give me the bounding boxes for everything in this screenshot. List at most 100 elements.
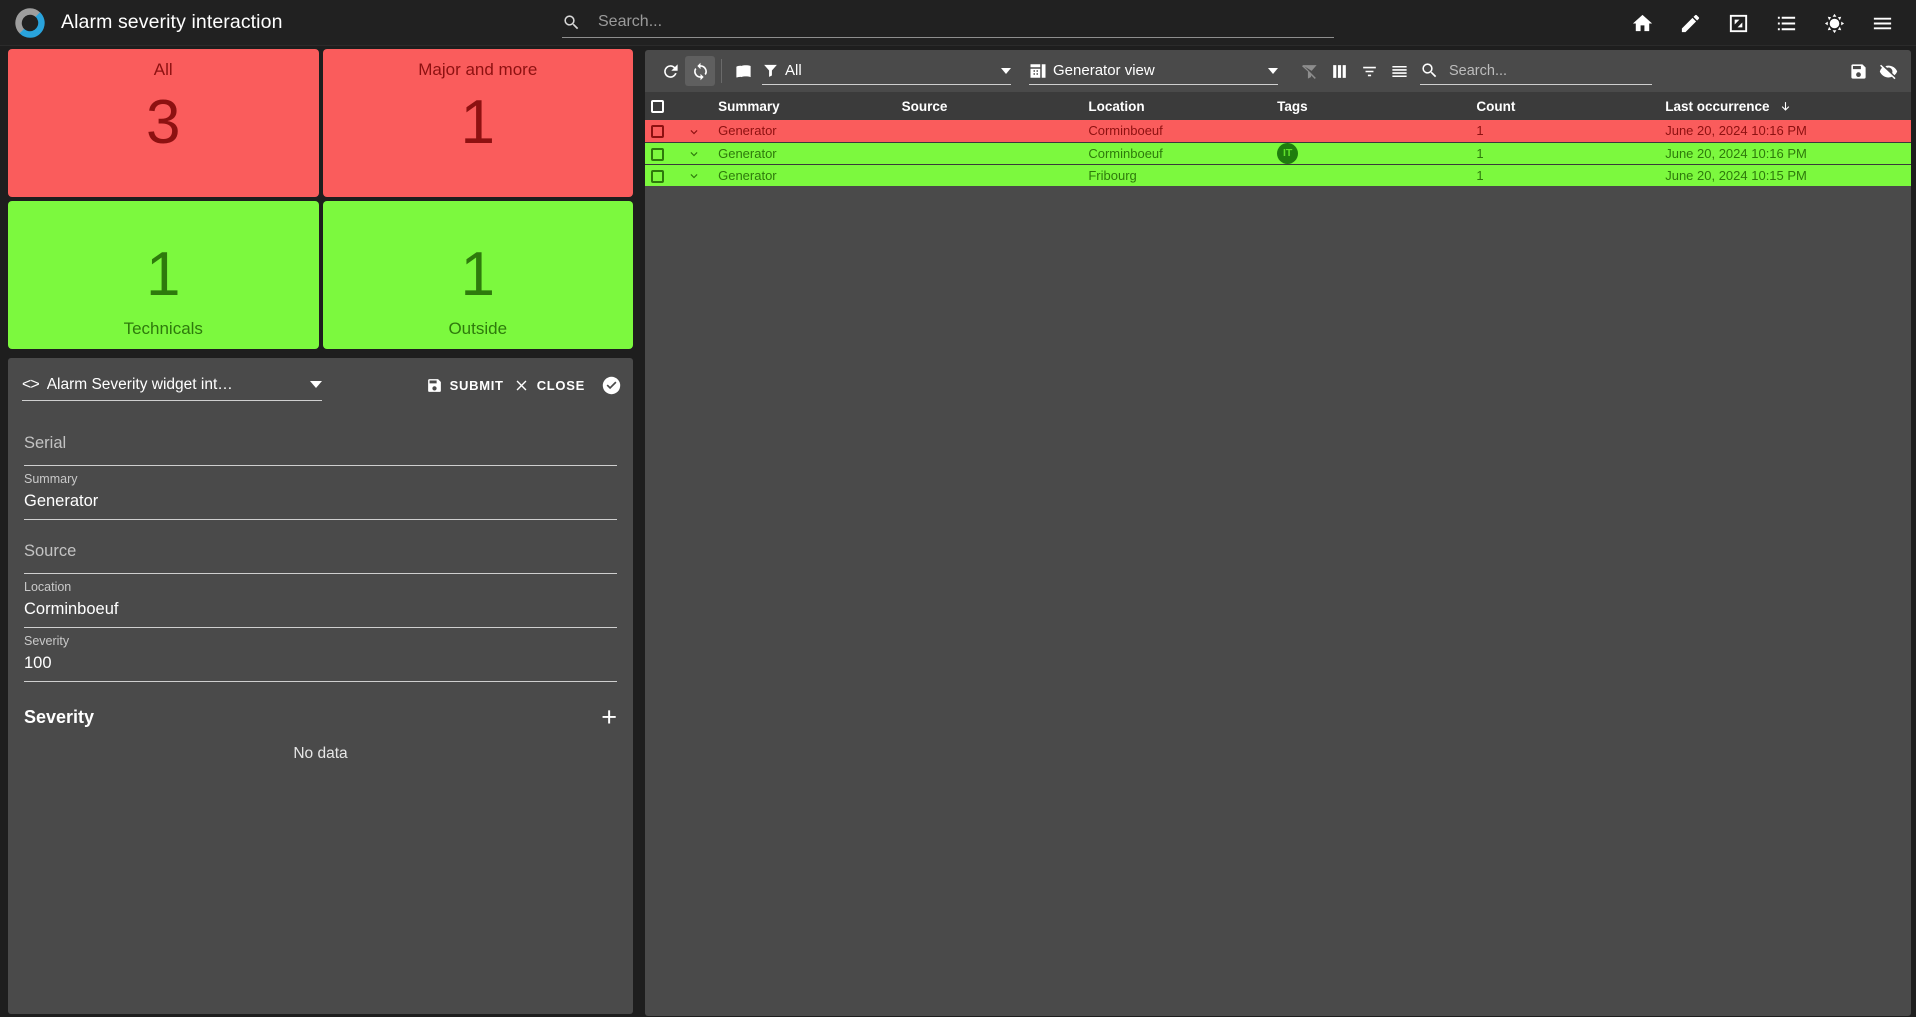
form-selector-dropdown[interactable]: <> Alarm Severity widget int… xyxy=(22,369,322,401)
filter-icon xyxy=(764,64,777,77)
kpi-tiles: All 3 Major and more 1 1 Technicals 1 Ou… xyxy=(8,49,633,349)
kpi-tile-outside[interactable]: 1 Outside xyxy=(322,201,633,349)
plus-icon[interactable]: + xyxy=(601,704,617,731)
fullscreen-icon[interactable] xyxy=(1714,0,1762,46)
cell-source xyxy=(896,142,1083,164)
left-column: All 3 Major and more 1 1 Technicals 1 Ou… xyxy=(0,46,641,1017)
column-header-summary[interactable]: Summary xyxy=(712,92,896,120)
kpi-tile-value: 1 xyxy=(146,240,181,309)
field-label: Summary xyxy=(24,472,78,486)
home-icon[interactable] xyxy=(1618,0,1666,46)
kpi-tile-all[interactable]: All 3 xyxy=(8,49,319,197)
alarms-search[interactable]: Search... xyxy=(1420,57,1652,85)
code-brackets-icon: <> xyxy=(22,375,40,393)
pencil-icon[interactable] xyxy=(1666,0,1714,46)
kpi-tile-value: 1 xyxy=(460,240,495,309)
submit-button[interactable]: SUBMIT xyxy=(426,377,504,394)
field-label: Severity xyxy=(24,634,70,648)
field-source[interactable]: Source xyxy=(24,520,617,574)
cell-last-occurrence: June 20, 2024 10:16 PM xyxy=(1665,145,1807,161)
chevron-down-icon xyxy=(1268,67,1278,74)
cell-location: Corminboeuf xyxy=(1088,145,1163,161)
cell-count: 1 xyxy=(1476,167,1484,183)
field-location[interactable]: Location Corminboeuf xyxy=(24,574,617,628)
filter-list-icon[interactable] xyxy=(1354,56,1384,86)
row-select-cell xyxy=(645,164,681,186)
save-icon[interactable] xyxy=(1843,56,1873,86)
kpi-tile-label: Technicals xyxy=(123,319,203,338)
select-all-cell xyxy=(645,92,681,120)
chevron-down-icon xyxy=(310,381,322,388)
density-icon[interactable] xyxy=(1384,56,1414,86)
table-row[interactable]: Generator Corminboeuf IT 1 June 20, 2024… xyxy=(645,142,1911,164)
page-title: Alarm severity interaction xyxy=(61,11,283,33)
expand-header-cell xyxy=(681,92,712,120)
cell-last-occurrence: June 20, 2024 10:15 PM xyxy=(1665,167,1807,183)
auto-refresh-icon[interactable] xyxy=(685,56,715,86)
kpi-tile-value: 1 xyxy=(460,88,495,157)
close-button[interactable]: CLOSE xyxy=(513,377,585,394)
row-select-cell xyxy=(645,142,681,164)
select-all-checkbox[interactable] xyxy=(651,100,664,114)
chevron-down-icon[interactable] xyxy=(687,123,701,139)
kpi-tile-label: All xyxy=(153,60,173,79)
alarms-table-body: Generator Corminboeuf 1 June 20, 2024 10… xyxy=(645,120,1911,186)
global-search[interactable]: Search... xyxy=(562,7,1334,38)
row-expand-cell xyxy=(681,164,712,186)
eye-off-icon[interactable] xyxy=(1873,56,1903,86)
column-header-tags[interactable]: Tags xyxy=(1271,92,1470,120)
form-header: <> Alarm Severity widget int… SUBMIT CLO… xyxy=(8,358,633,412)
check-circle-icon[interactable] xyxy=(602,376,621,395)
app-bar-actions xyxy=(1618,0,1906,46)
cell-source xyxy=(896,164,1083,186)
table-row[interactable]: Generator Fribourg 1 June 20, 2024 10:15… xyxy=(645,164,1911,186)
columns-icon[interactable] xyxy=(1324,56,1354,86)
column-header-source[interactable]: Source xyxy=(896,92,1083,120)
book-icon[interactable] xyxy=(728,56,758,86)
column-header-location[interactable]: Location xyxy=(1082,92,1271,120)
cell-location: Fribourg xyxy=(1088,167,1137,183)
global-search-placeholder: Search... xyxy=(598,13,663,30)
alarms-search-placeholder: Search... xyxy=(1449,62,1508,79)
cell-tags: IT xyxy=(1271,142,1470,164)
cell-location: Corminboeuf xyxy=(1088,123,1163,139)
alarm-view-dropdown[interactable]: Generator view xyxy=(1029,57,1278,85)
toolbar-divider xyxy=(721,59,722,83)
field-value: Corminboeuf xyxy=(24,600,119,618)
kpi-tile-value: 3 xyxy=(146,88,181,157)
field-summary[interactable]: Summary Generator xyxy=(24,466,617,520)
column-header-count[interactable]: Count xyxy=(1470,92,1659,120)
field-value: 100 xyxy=(24,654,52,672)
kpi-tile-technicals[interactable]: 1 Technicals xyxy=(8,201,319,349)
filter-off-icon[interactable] xyxy=(1294,56,1324,86)
hamburger-menu-icon[interactable] xyxy=(1858,0,1906,46)
kpi-tile-label: Major and more xyxy=(418,60,538,79)
save-icon xyxy=(427,378,441,392)
alarm-filter-dropdown[interactable]: All xyxy=(762,57,1011,85)
cell-tags xyxy=(1271,120,1470,142)
s-logo-icon xyxy=(15,7,45,38)
cell-tags xyxy=(1271,164,1470,186)
table-row[interactable]: Generator Corminboeuf 1 June 20, 2024 10… xyxy=(645,120,1911,142)
cell-count: 1 xyxy=(1476,123,1484,139)
row-checkbox[interactable] xyxy=(651,125,664,139)
table-view-icon xyxy=(1030,63,1046,78)
field-serial[interactable]: Serial xyxy=(24,412,617,466)
status-badge[interactable]: IT xyxy=(1277,142,1299,164)
kpi-tile-major-and-more[interactable]: Major and more 1 xyxy=(322,49,633,197)
chevron-down-icon[interactable] xyxy=(687,145,701,161)
row-expand-cell xyxy=(681,142,712,164)
chevron-down-icon[interactable] xyxy=(687,167,701,183)
submit-label: SUBMIT xyxy=(449,377,504,393)
form-selector-value: Alarm Severity widget int… xyxy=(46,375,233,393)
field-severity[interactable]: Severity 100 xyxy=(24,628,617,682)
alarms-panel: All Generator view Search... Summary Sou… xyxy=(645,50,1911,1016)
column-header-last-occurrence[interactable]: Last occurrence xyxy=(1659,92,1911,120)
row-checkbox[interactable] xyxy=(651,147,664,161)
severity-no-data: No data xyxy=(293,745,348,762)
alarm-filter-value: All xyxy=(785,62,802,79)
brightness-icon[interactable] xyxy=(1810,0,1858,46)
refresh-icon[interactable] xyxy=(655,56,685,86)
list-icon[interactable] xyxy=(1762,0,1810,46)
row-checkbox[interactable] xyxy=(651,169,664,183)
